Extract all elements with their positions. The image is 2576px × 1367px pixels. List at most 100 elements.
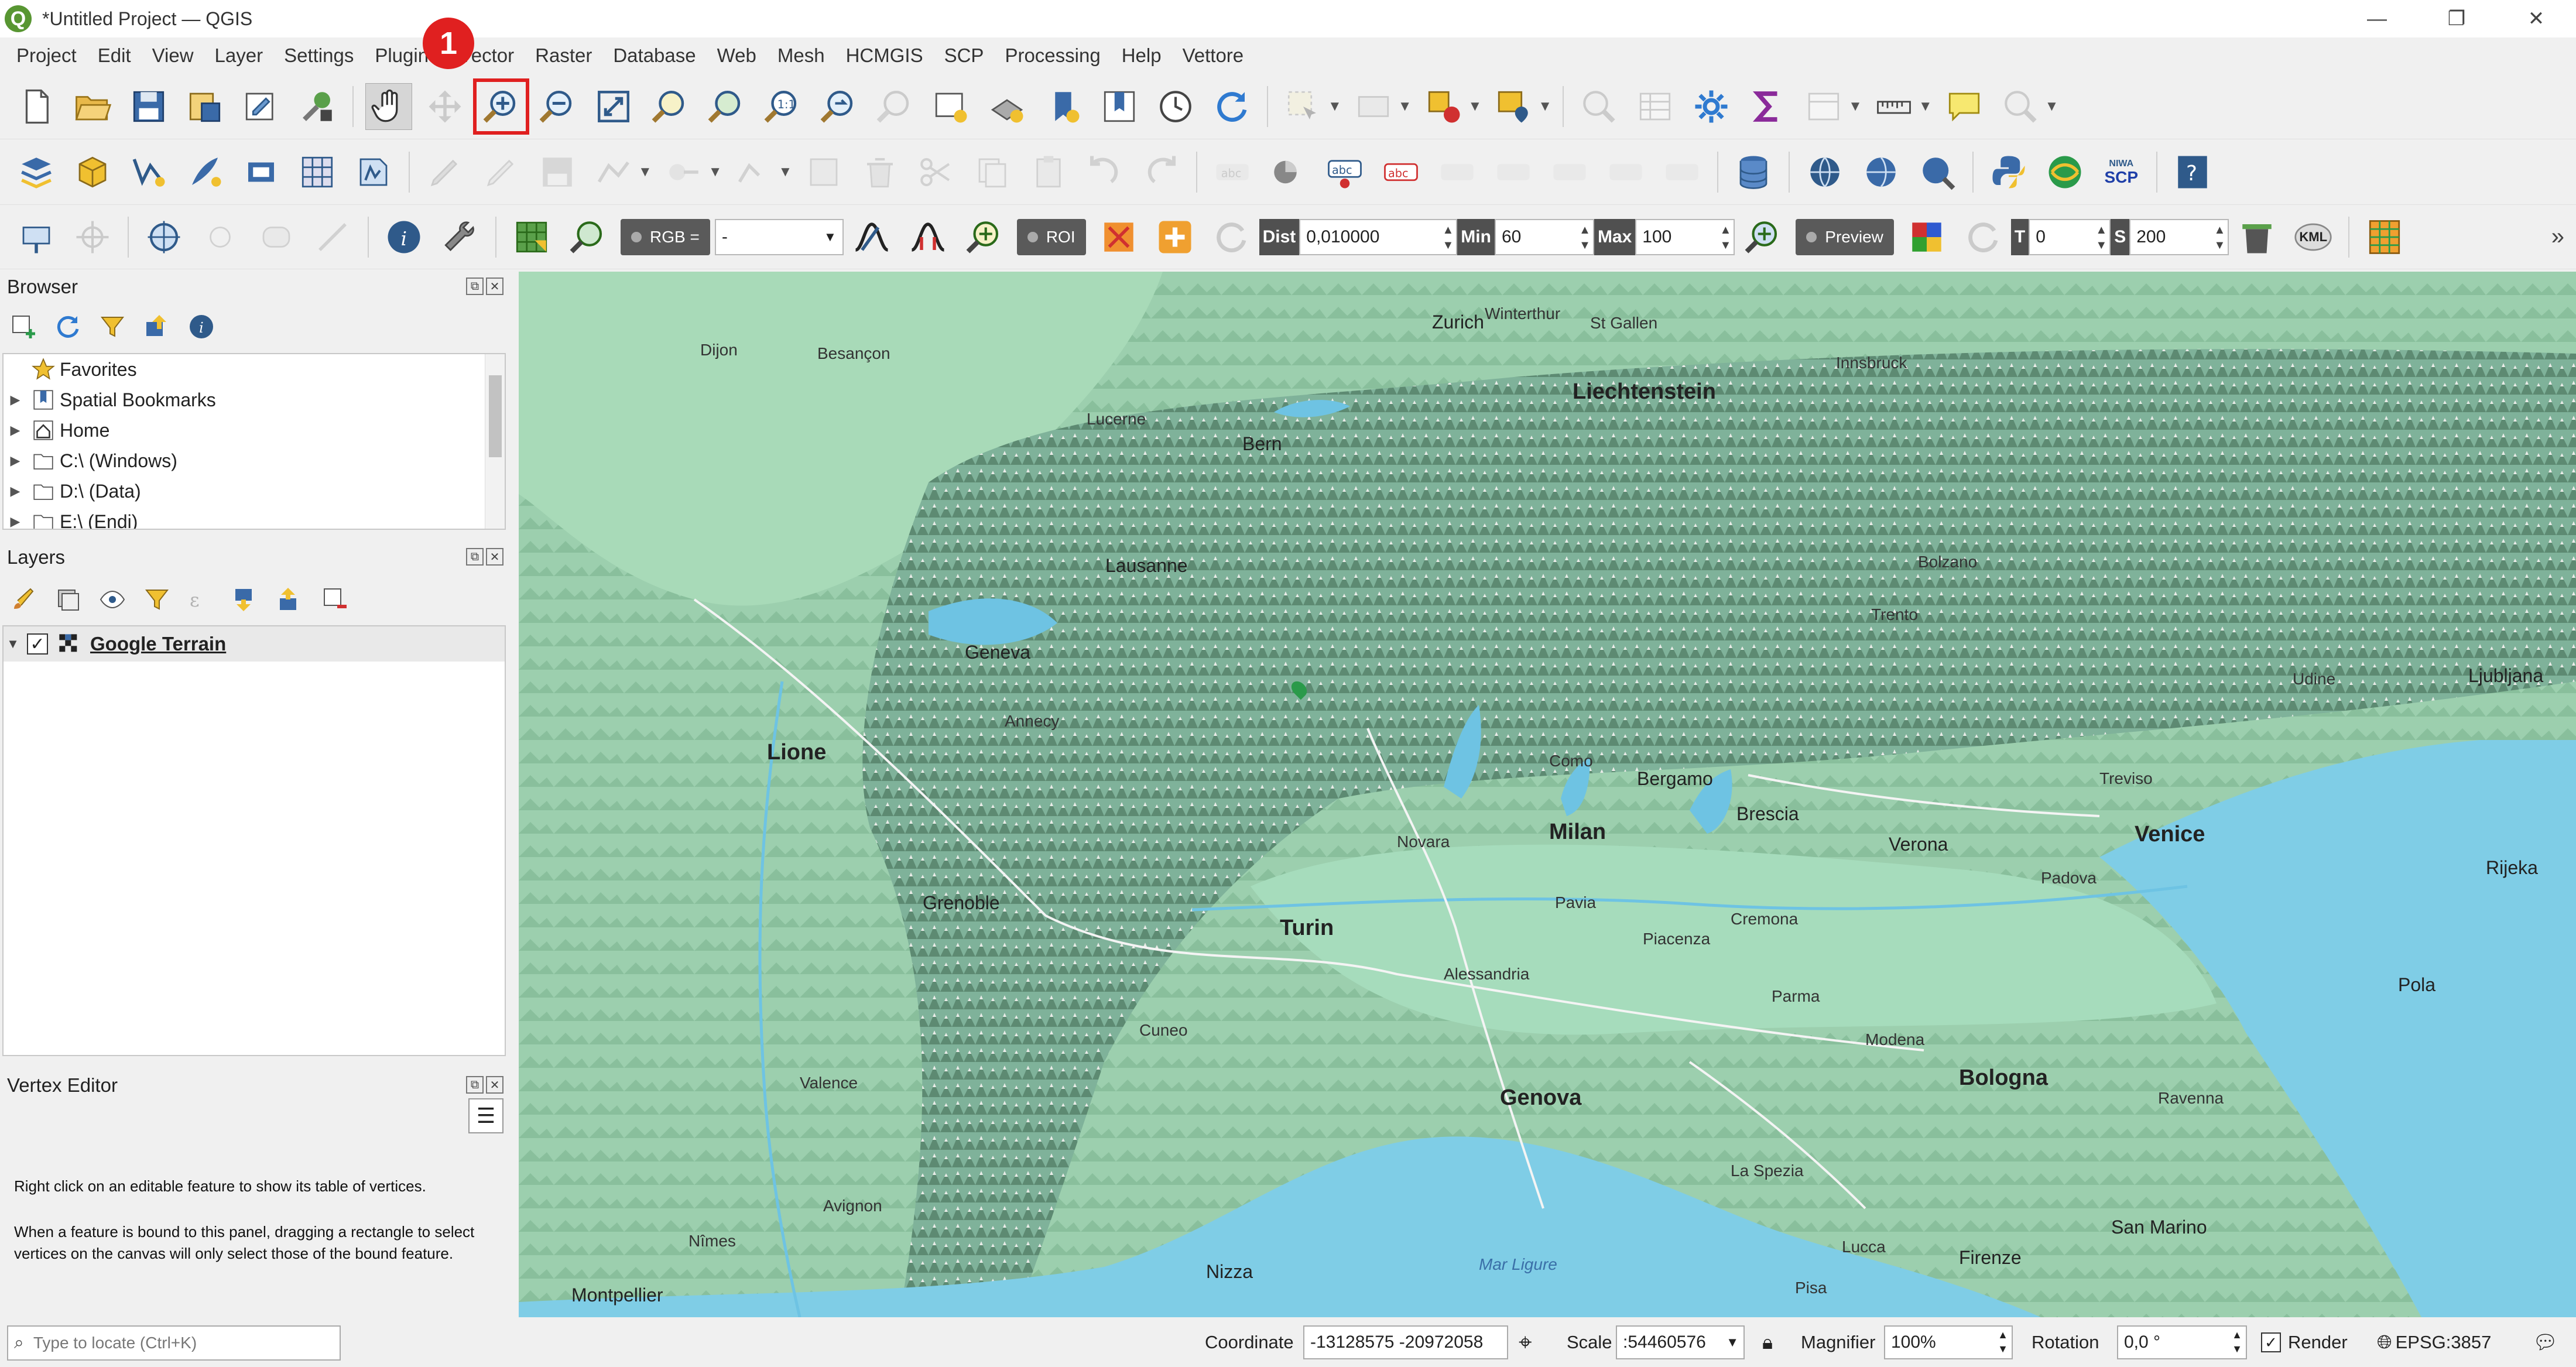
move-annotation-button[interactable] [69,214,116,261]
remove-layer-button[interactable] [317,582,352,617]
search-services-button[interactable] [1914,149,1961,196]
dist-spinbox[interactable]: 0,010000 ▲ ▼ [1299,218,1458,255]
move-label-button[interactable] [1490,149,1537,196]
collapse-all-button[interactable] [139,309,174,344]
filter-legend-button[interactable] [139,582,174,617]
python-console-button[interactable] [1985,149,2032,196]
map-tips-button[interactable] [1941,83,1988,130]
s-spinbox[interactable]: 200 ▲ ▼ [2129,218,2229,255]
highlight-labels-button[interactable]: abc [1378,149,1424,196]
locator-search-bar[interactable]: ⌕ Type to locate (Ctrl+K) [7,1325,341,1361]
zoom-out-button[interactable] [534,83,581,130]
select-by-value-button[interactable] [1350,83,1397,130]
new-geopackage-layer-button[interactable] [69,149,116,196]
new-shapefile-layer-button[interactable] [125,149,172,196]
snapping-button[interactable] [197,214,244,261]
layer-item-google-terrain[interactable]: ▼ ✓ Google Terrain [4,626,505,662]
close-button[interactable]: ✕ [2496,0,2576,37]
vertex-tool-button[interactable] [660,149,707,196]
max-spinbox[interactable]: 100 ▲ ▼ [1635,218,1735,255]
menu-vettore[interactable]: Vettore [1172,44,1255,67]
local-std-dev-button[interactable] [905,214,951,261]
pan-map-button[interactable] [365,83,412,130]
menu-web[interactable]: Web [707,44,767,67]
zoom-next-button[interactable] [871,83,918,130]
min-spinbox[interactable]: 60 ▲ ▼ [1494,218,1594,255]
local-cumulative-stretch-button[interactable] [848,214,895,261]
settings-tools-button[interactable] [437,214,484,261]
db-manager-button[interactable] [1730,149,1777,196]
field-calculator-button[interactable] [1800,83,1847,130]
expand-arrow-icon[interactable]: ▶ [4,392,27,407]
layer-styling-button[interactable] [6,582,41,617]
close-panel-button[interactable]: ✕ [486,1076,503,1094]
menu-raster[interactable]: Raster [525,44,602,67]
scale-combo[interactable]: :54460576 ▼ [1616,1325,1745,1359]
cut-features-button[interactable] [913,149,960,196]
classification-preview-button[interactable] [1903,214,1950,261]
float-panel-button[interactable]: ⧉ [466,1076,484,1094]
add-roi-button[interactable] [1152,214,1198,261]
create-roi-button[interactable] [1095,214,1142,261]
georeference-button[interactable] [141,214,187,261]
export-kml-button[interactable]: KML [2290,214,2337,261]
locator-settings-button[interactable] [1997,83,2044,130]
collapse-all-layers-button[interactable] [273,582,308,617]
scale-lock-button[interactable]: 🔒︎ [1762,1324,1773,1361]
new-bookmark-button[interactable] [1040,83,1087,130]
collapse-arrow-icon[interactable]: ▼ [4,636,22,652]
close-panel-button[interactable]: ✕ [486,548,503,566]
expand-all-button[interactable] [228,582,263,617]
close-panel-button[interactable]: ✕ [486,277,503,295]
menu-view[interactable]: View [142,44,204,67]
messages-button[interactable]: 💬︎ [2533,1324,2558,1361]
zoom-last-button[interactable] [815,83,862,130]
new-project-button[interactable] [13,83,60,130]
measure-line-button[interactable] [1871,83,1917,130]
add-selected-layers-button[interactable] [6,309,41,344]
roi-toggle[interactable]: ROI [1016,218,1086,255]
new-map-view-button[interactable] [927,83,974,130]
zoom-to-selection-button[interactable] [646,83,693,130]
zoom-in-button[interactable] [473,78,529,135]
add-vector-layer-button[interactable] [350,149,397,196]
layer-visibility-checkbox[interactable]: ✓ [27,633,48,655]
extents-toggle-button[interactable]: ⌖ [1519,1324,1532,1361]
render-checkbox[interactable]: ✓ [2261,1332,2281,1352]
label-tool-button[interactable]: abc [1209,149,1256,196]
quickmapservices-button[interactable] [1858,149,1904,196]
browser-scrollbar[interactable] [485,354,505,529]
t-spinbox[interactable]: 0 ▲ ▼ [2029,218,2111,255]
filter-by-expression-button[interactable]: ε [184,582,219,617]
tree-item-drive-e[interactable]: ▶ E:\ (Endi) [4,506,505,529]
identify-info-button[interactable]: i [381,214,427,261]
save-project-button[interactable] [125,83,172,130]
copy-features-button[interactable] [969,149,1016,196]
select-by-location-button[interactable] [1490,83,1537,130]
tree-item-drive-c[interactable]: ▶ C:\ (Windows) [4,446,505,476]
filter-browser-button[interactable] [95,309,130,344]
coordinate-field[interactable]: -13128575 -20972058 [1303,1325,1508,1359]
save-edits-button[interactable] [534,149,581,196]
change-label-button[interactable] [1602,149,1649,196]
statistics-button[interactable] [1744,83,1791,130]
delete-selected-button[interactable] [857,149,903,196]
temporal-controller-button[interactable] [1152,83,1199,130]
refresh-button[interactable] [1208,83,1255,130]
properties-button[interactable]: i [184,309,219,344]
save-as-button[interactable] [181,83,228,130]
rotation-spinbox[interactable]: 0,0 ° ▲ ▼ [2117,1325,2247,1359]
scp-band-set-button[interactable] [508,214,555,261]
annotation-button[interactable] [13,214,60,261]
expand-arrow-icon[interactable]: ▶ [4,453,27,468]
help-button[interactable]: ? [2169,149,2216,196]
trace-button[interactable] [309,214,356,261]
expand-arrow-icon[interactable]: ▶ [4,514,27,529]
redo-roi-button[interactable] [1208,214,1255,261]
add-group-button[interactable] [50,582,85,617]
preview-toggle[interactable]: Preview [1796,218,1894,255]
redo-preview-button[interactable] [1960,214,2006,261]
menu-project[interactable]: Project [6,44,87,67]
modify-attributes-button[interactable] [800,149,847,196]
layer-diagram-button[interactable] [1265,149,1312,196]
